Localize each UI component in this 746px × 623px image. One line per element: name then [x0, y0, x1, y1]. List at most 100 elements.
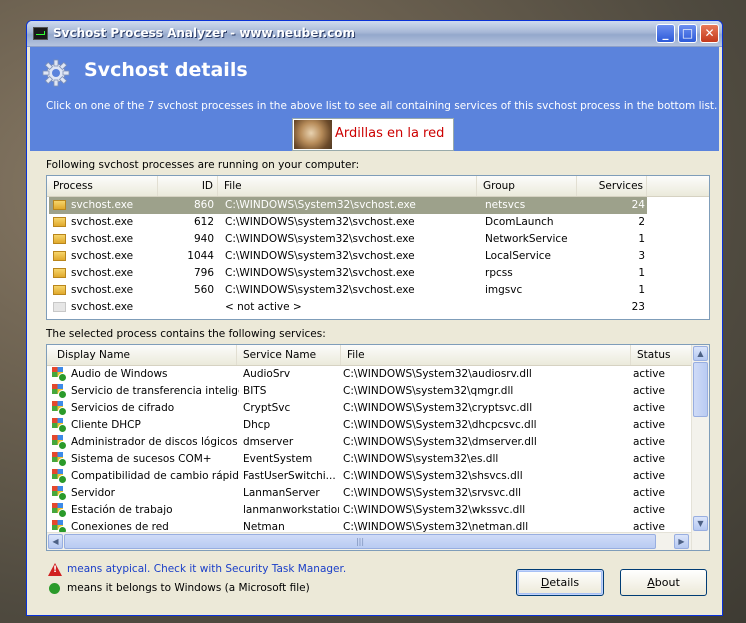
col-group[interactable]: Group: [477, 176, 577, 196]
process-list-label: Following svchost processes are running …: [46, 159, 360, 171]
service-row[interactable]: Servicio de transferencia intelige... BIT…: [49, 383, 691, 400]
service-row[interactable]: Compatibilidad de cambio rápido ... FastU…: [49, 468, 691, 485]
service-cell: AudioSrv: [243, 368, 291, 380]
service-cell: C:\WINDOWS\System32\dhcpcsvc.dll: [343, 419, 537, 431]
close-button[interactable]: ✕: [700, 24, 719, 43]
ad-banner[interactable]: Ardillas en la red: [292, 118, 454, 151]
col-status[interactable]: Status: [631, 345, 694, 365]
service-cell: dmserver: [243, 436, 294, 448]
horizontal-scroll-thumb[interactable]: |||: [64, 534, 656, 549]
vertical-scroll-thumb[interactable]: [693, 362, 708, 417]
process-cell: C:\WINDOWS\system32\svchost.exe: [225, 250, 415, 262]
service-cell: Compatibilidad de cambio rápido ...: [71, 470, 239, 482]
folder-icon: [53, 302, 66, 312]
process-row[interactable]: svchost.exe 1044 C:\WINDOWS\system32\svcho…: [49, 248, 647, 265]
scroll-up-button[interactable]: ▲: [693, 346, 708, 361]
app-icon: [33, 27, 48, 40]
service-row[interactable]: Servidor LanmanServer C:\WINDOWS\System32\…: [49, 485, 691, 502]
process-row[interactable]: svchost.exe 940 C:\WINDOWS\system32\svchos…: [49, 231, 647, 248]
service-cell: Servidor: [71, 487, 115, 499]
col-display-name[interactable]: Display Name: [47, 345, 237, 365]
windows-service-icon: [52, 435, 67, 450]
vertical-scrollbar[interactable]: ▲ ▼: [691, 345, 709, 550]
service-cell: C:\WINDOWS\system32\es.dll: [343, 453, 499, 465]
process-cell: [159, 299, 214, 316]
service-cell: BITS: [243, 385, 267, 397]
title-bar[interactable]: Svchost Process Analyzer - www.neuber.co…: [27, 21, 722, 47]
process-cell: 24: [631, 199, 645, 211]
process-cell: netsvcs: [485, 199, 526, 211]
scroll-left-button[interactable]: ◀: [48, 534, 63, 549]
col-service-file[interactable]: File: [341, 345, 631, 365]
col-file[interactable]: File: [218, 176, 477, 196]
main-window: Svchost Process Analyzer - www.neuber.co…: [26, 20, 723, 616]
process-cell: 612: [193, 216, 214, 228]
service-row[interactable]: Cliente DHCP Dhcp C:\WINDOWS\System32\dhcp…: [49, 417, 691, 434]
process-cell: 1: [638, 267, 645, 279]
service-cell: Cliente DHCP: [71, 419, 141, 431]
minimize-button[interactable]: _: [656, 24, 675, 43]
maximize-button[interactable]: □: [678, 24, 697, 43]
scroll-down-button[interactable]: ▼: [693, 516, 708, 531]
process-cell: [485, 299, 580, 316]
about-button[interactable]: About: [620, 569, 707, 596]
legend-microsoft: means it belongs to Windows (a Microsoft…: [48, 582, 348, 596]
process-row[interactable]: svchost.exe 860 C:\WINDOWS\System32\svchos…: [49, 197, 647, 214]
service-cell: CryptSvc: [243, 402, 291, 414]
process-list-header: Process ID File Group Services: [47, 176, 709, 197]
process-list[interactable]: Process ID File Group Services svchost.e…: [46, 175, 710, 320]
window-title: Svchost Process Analyzer - www.neuber.co…: [53, 26, 355, 40]
check-icon: [49, 583, 60, 594]
legend-atypical: means atypical. Check it with Security T…: [48, 563, 348, 577]
windows-service-icon: [52, 418, 67, 433]
service-row[interactable]: Estación de trabajo lanmanworkstation C:\W…: [49, 502, 691, 519]
service-cell: active: [633, 470, 665, 482]
service-cell: C:\WINDOWS\system32\qmgr.dll: [343, 385, 514, 397]
col-id[interactable]: ID: [158, 176, 218, 196]
service-cell: FastUserSwitchi...: [243, 470, 336, 482]
process-row[interactable]: svchost.exe 560 C:\WINDOWS\system32\svchos…: [49, 282, 647, 299]
process-cell: svchost.exe: [71, 216, 134, 228]
header-panel: Svchost details Click on one of the 7 sv…: [30, 47, 719, 151]
process-cell: 1: [638, 233, 645, 245]
scroll-right-button[interactable]: ▶: [674, 534, 689, 549]
service-list[interactable]: Display Name Service Name File Status Au…: [46, 344, 710, 551]
service-row[interactable]: Sistema de sucesos COM+ EventSystem C:\WIN…: [49, 451, 691, 468]
service-cell: C:\WINDOWS\System32\dmserver.dll: [343, 436, 537, 448]
process-cell: C:\WINDOWS\system32\svchost.exe: [225, 284, 415, 296]
service-list-header: Display Name Service Name File Status: [47, 345, 694, 366]
process-cell: 2: [638, 216, 645, 228]
col-process[interactable]: Process: [47, 176, 158, 196]
folder-icon: [53, 217, 66, 227]
process-cell: 940: [193, 233, 214, 245]
process-cell: 3: [638, 250, 645, 262]
process-row[interactable]: svchost.exe < not active > 23: [49, 299, 647, 316]
service-cell: active: [633, 385, 665, 397]
horizontal-scrollbar[interactable]: ◀ ||| ▶: [47, 532, 691, 550]
process-row[interactable]: svchost.exe 796 C:\WINDOWS\system32\svchos…: [49, 265, 647, 282]
col-services[interactable]: Services: [577, 176, 647, 196]
service-row[interactable]: Administrador de discos lógicos dmserver C…: [49, 434, 691, 451]
process-cell: C:\WINDOWS\System32\svchost.exe: [225, 199, 416, 211]
header-subtitle: Click on one of the 7 svchost processes …: [46, 100, 718, 112]
col-service-name[interactable]: Service Name: [237, 345, 341, 365]
service-cell: active: [633, 504, 665, 516]
process-cell: 796: [193, 267, 214, 279]
service-cell: Servicios de cifrado: [71, 402, 175, 414]
page-title: Svchost details: [84, 59, 248, 81]
folder-icon: [53, 251, 66, 261]
windows-service-icon: [52, 503, 67, 518]
process-row[interactable]: svchost.exe 612 C:\WINDOWS\system32\svchos…: [49, 214, 647, 231]
service-cell: C:\WINDOWS\System32\cryptsvc.dll: [343, 402, 533, 414]
process-cell: 1044: [187, 250, 214, 262]
details-button[interactable]: Details: [516, 569, 604, 596]
process-cell: svchost.exe: [71, 250, 134, 262]
service-row[interactable]: Audio de Windows AudioSrv C:\WINDOWS\Syste…: [49, 366, 691, 383]
process-cell: 560: [193, 284, 214, 296]
service-cell: active: [633, 402, 665, 414]
windows-service-icon: [52, 367, 67, 382]
service-cell: Dhcp: [243, 419, 271, 431]
service-row[interactable]: Servicios de cifrado CryptSvc C:\WINDOWS\S…: [49, 400, 691, 417]
service-cell: Servicio de transferencia intelige...: [71, 385, 239, 397]
process-cell: svchost.exe: [71, 301, 134, 313]
